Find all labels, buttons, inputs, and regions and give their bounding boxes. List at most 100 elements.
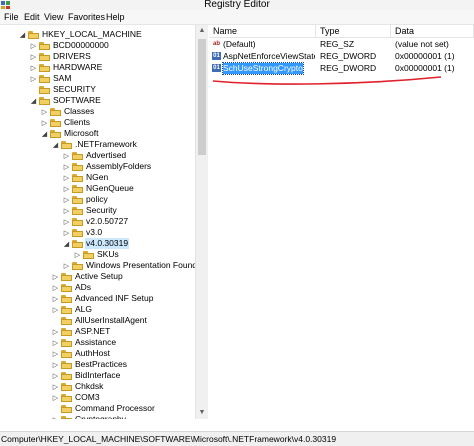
tree-node[interactable]: ◢ HKEY_LOCAL_MACHINE [18, 29, 143, 40]
tree-node[interactable]: AllUserInstallAgent [51, 315, 148, 326]
menu-favorites[interactable]: Favorites [68, 11, 105, 23]
tree-node[interactable]: ▷ policy [62, 194, 109, 205]
tree-node[interactable]: ▷ NGenQueue [62, 183, 135, 194]
folder-icon [39, 63, 50, 72]
collapsed-arrow-icon[interactable]: ▷ [51, 372, 60, 380]
tree-node[interactable]: ▷ NGen [62, 172, 109, 183]
scroll-thumb[interactable] [198, 39, 206, 155]
collapsed-arrow-icon[interactable]: ▷ [62, 218, 71, 226]
tree-node-label: Advertised [86, 150, 127, 160]
collapsed-arrow-icon[interactable]: ▷ [29, 53, 38, 61]
tree-node[interactable]: SECURITY [29, 84, 97, 95]
expanded-arrow-icon[interactable]: ◢ [29, 97, 38, 105]
collapsed-arrow-icon[interactable]: ▷ [62, 185, 71, 193]
tree-node-label: AuthHost [75, 348, 110, 358]
tree-node[interactable]: ▷ AuthHost [51, 348, 111, 359]
tree-node[interactable]: ▷ Chkdsk [51, 381, 104, 392]
collapsed-arrow-icon[interactable]: ▷ [62, 196, 71, 204]
menu-file[interactable]: File [4, 11, 19, 23]
collapsed-arrow-icon[interactable]: ▷ [62, 262, 71, 270]
collapsed-arrow-icon[interactable]: ▷ [51, 394, 60, 402]
folder-icon [50, 107, 61, 116]
folder-icon [61, 349, 72, 358]
tree-node[interactable]: ▷ Active Setup [51, 271, 124, 282]
expanded-arrow-icon[interactable]: ◢ [51, 141, 60, 149]
collapsed-arrow-icon[interactable]: ▷ [51, 361, 60, 369]
collapsed-arrow-icon[interactable]: ▷ [51, 416, 60, 420]
tree-node[interactable]: ▷ BidInterface [51, 370, 121, 381]
menu-view[interactable]: View [44, 11, 63, 23]
tree-node[interactable]: ▷ BCD00000000 [29, 40, 110, 51]
tree-node-label: Cryptography [75, 414, 127, 419]
collapsed-arrow-icon[interactable]: ▷ [51, 284, 60, 292]
collapsed-arrow-icon[interactable]: ▷ [51, 273, 60, 281]
expanded-arrow-icon[interactable]: ◢ [62, 240, 71, 248]
collapsed-arrow-icon[interactable]: ▷ [51, 339, 60, 347]
folder-icon [61, 305, 72, 314]
tree-node[interactable]: ▷ ADs [51, 282, 92, 293]
folder-icon [61, 294, 72, 303]
collapsed-arrow-icon[interactable]: ▷ [62, 229, 71, 237]
tree-node-label: DRIVERS [53, 51, 91, 61]
tree-node[interactable]: ▷ Advanced INF Setup [51, 293, 154, 304]
tree-node[interactable]: ▷ SKUs [73, 249, 120, 260]
tree-node[interactable]: ▷ Cryptography [51, 414, 127, 419]
collapsed-arrow-icon[interactable]: ▷ [51, 328, 60, 336]
tree-node[interactable]: ▷ v2.0.50727 [62, 216, 129, 227]
tree-node[interactable]: ▷ COM3 [51, 392, 101, 403]
collapsed-arrow-icon[interactable]: ▷ [29, 42, 38, 50]
collapsed-arrow-icon[interactable]: ▷ [40, 119, 49, 127]
collapsed-arrow-icon[interactable]: ▷ [62, 207, 71, 215]
tree-node[interactable]: ▷ v3.0 [62, 227, 103, 238]
tree-node[interactable]: ▷ Classes [40, 106, 95, 117]
tree-node[interactable]: ▷ BestPractices [51, 359, 128, 370]
tree-node[interactable]: ◢ SOFTWARE [29, 95, 102, 106]
tree-node[interactable]: ▷ ALG [51, 304, 93, 315]
folder-icon [61, 338, 72, 347]
tree-node-label: Security [86, 205, 117, 215]
collapsed-arrow-icon[interactable]: ▷ [73, 251, 82, 259]
tree-node[interactable]: ▷ AssemblyFolders [62, 161, 152, 172]
menu-edit[interactable]: Edit [24, 11, 40, 23]
tree-vertical-scrollbar[interactable]: ▲ ▼ [195, 25, 208, 419]
folder-icon [72, 173, 83, 182]
collapsed-arrow-icon[interactable]: ▷ [51, 383, 60, 391]
expanded-arrow-icon[interactable]: ◢ [40, 130, 49, 138]
registry-values-list[interactable]: Name Type Data ab (Default) REG_SZ (value n… [209, 25, 474, 419]
collapsed-arrow-icon[interactable]: ▷ [51, 350, 60, 358]
tree-node[interactable]: ◢ v4.0.30319 [62, 238, 130, 249]
collapsed-arrow-icon[interactable]: ▷ [62, 152, 71, 160]
collapsed-arrow-icon[interactable]: ▷ [51, 306, 60, 314]
tree-node[interactable]: ▷ HARDWARE [29, 62, 103, 73]
tree-node[interactable]: ◢ Microsoft [40, 128, 99, 139]
folder-icon [72, 151, 83, 160]
registry-key-tree[interactable]: ◢ HKEY_LOCAL_MACHINE ▷ BCD00000000 ▷ DRIVERS ▷… [0, 25, 208, 419]
tree-node-label: SAM [53, 73, 72, 83]
menu-help[interactable]: Help [106, 11, 125, 23]
tree-node[interactable]: ▷ DRIVERS [29, 51, 92, 62]
tree-node[interactable]: ▷ Security [62, 205, 118, 216]
collapsed-arrow-icon[interactable]: ▷ [51, 295, 60, 303]
tree-node[interactable]: ▷ Clients [40, 117, 91, 128]
collapsed-arrow-icon[interactable]: ▷ [62, 174, 71, 182]
collapsed-arrow-icon[interactable]: ▷ [40, 108, 49, 116]
scroll-up-arrow-icon[interactable]: ▲ [196, 25, 208, 37]
tree-node-label: Classes [64, 106, 95, 116]
folder-icon [61, 272, 72, 281]
tree-node-label: HARDWARE [53, 62, 103, 72]
tree-node-label: Clients [64, 117, 90, 127]
tree-node[interactable]: Command Processor [51, 403, 156, 414]
tree-node[interactable]: ▷ SAM [29, 73, 72, 84]
collapsed-arrow-icon[interactable]: ▷ [62, 163, 71, 171]
expanded-arrow-icon[interactable]: ◢ [18, 31, 27, 39]
scroll-down-arrow-icon[interactable]: ▼ [196, 407, 208, 419]
status-bar: Computer\HKEY_LOCAL_MACHINE\SOFTWARE\Mic… [0, 431, 474, 446]
collapsed-arrow-icon[interactable]: ▷ [29, 64, 38, 72]
tree-node[interactable]: ◢ .NETFramework [51, 139, 138, 150]
tree-node[interactable]: ▷ Advertised [62, 150, 127, 161]
tree-node[interactable]: ▷ ASP.NET [51, 326, 111, 337]
folder-icon [61, 371, 72, 380]
tree-node[interactable]: ▷ Windows Presentation Foundation [62, 260, 207, 271]
tree-node[interactable]: ▷ Assistance [51, 337, 117, 348]
collapsed-arrow-icon[interactable]: ▷ [29, 75, 38, 83]
